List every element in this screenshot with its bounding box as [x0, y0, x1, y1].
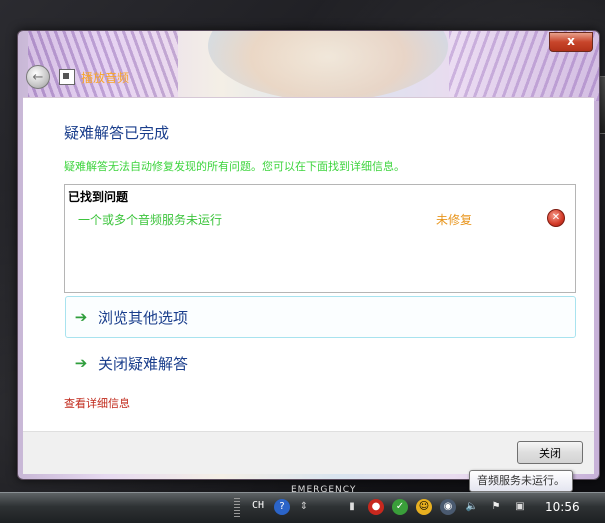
- frame-art-center: [208, 31, 448, 101]
- issues-list: 已找到问题 一个或多个音频服务未运行 未修复 ✕: [64, 184, 576, 293]
- back-button[interactable]: ←: [26, 65, 50, 89]
- view-details-link[interactable]: 查看详细信息: [64, 395, 130, 411]
- page-heading: 疑难解答已完成: [64, 124, 170, 142]
- speaker-muted-icon[interactable]: 🔈: [464, 499, 480, 515]
- option-label: 关闭疑难解答: [98, 354, 189, 373]
- issue-name: 一个或多个音频服务未运行: [78, 213, 223, 227]
- equalizer-icon[interactable]: ▮: [344, 499, 360, 515]
- option-label: 浏览其他选项: [98, 308, 189, 327]
- green-arrow-icon: ➔: [74, 354, 88, 372]
- back-arrow-icon: ←: [32, 69, 44, 85]
- tray-tooltip: 音频服务未运行。: [469, 470, 573, 492]
- taskbar-label: EMERGENCY: [291, 485, 357, 495]
- shield-icon[interactable]: ✓: [392, 499, 408, 515]
- taskbar: EMERGENCY CH ? ⇕ ▮ ● ✓ ☺ ◉ 🔈 ⚑ ▣ 10:56: [0, 485, 605, 523]
- action-center-flag-icon[interactable]: ⚑: [488, 499, 504, 515]
- tray-arrows-icon[interactable]: ⇕: [296, 499, 312, 515]
- taskbar-clock[interactable]: 10:56: [545, 500, 580, 514]
- issue-status: 未修复: [436, 213, 473, 227]
- footer-bar: 关闭: [23, 431, 594, 474]
- page-description: 疑难解答无法自动修复发现的所有问题。您可以在下面找到详细信息。: [64, 160, 405, 173]
- green-arrow-icon: ➔: [74, 308, 88, 326]
- error-icon: ✕: [547, 209, 565, 227]
- steam-icon[interactable]: ◉: [440, 499, 456, 515]
- explore-options-button[interactable]: ➔ 浏览其他选项: [65, 296, 576, 338]
- window-close-button[interactable]: x: [549, 32, 593, 52]
- language-indicator[interactable]: CH: [252, 500, 264, 511]
- network-icon[interactable]: ▣: [512, 499, 528, 515]
- qq-icon[interactable]: ☺: [416, 499, 432, 515]
- title-nav-row: ← 播放音频: [26, 65, 130, 89]
- troubleshooter-window: x ← 播放音频 疑难解答已完成 疑难解答无法自动修复发现的所有问题。您可以在下…: [17, 30, 600, 480]
- window-title: 播放音频: [81, 70, 130, 85]
- close-button[interactable]: 关闭: [517, 441, 583, 464]
- close-troubleshooter-button[interactable]: ➔ 关闭疑难解答: [65, 342, 576, 384]
- app-icon: [59, 69, 75, 85]
- issue-row[interactable]: 一个或多个音频服务未运行 未修复 ✕: [65, 207, 575, 231]
- help-icon[interactable]: ?: [274, 499, 290, 515]
- content-pane: 疑难解答已完成 疑难解答无法自动修复发现的所有问题。您可以在下面找到详细信息。 …: [23, 97, 594, 432]
- issues-header: 已找到问题: [68, 190, 129, 204]
- tray-grip[interactable]: [234, 498, 240, 518]
- antivirus-icon[interactable]: ●: [368, 499, 384, 515]
